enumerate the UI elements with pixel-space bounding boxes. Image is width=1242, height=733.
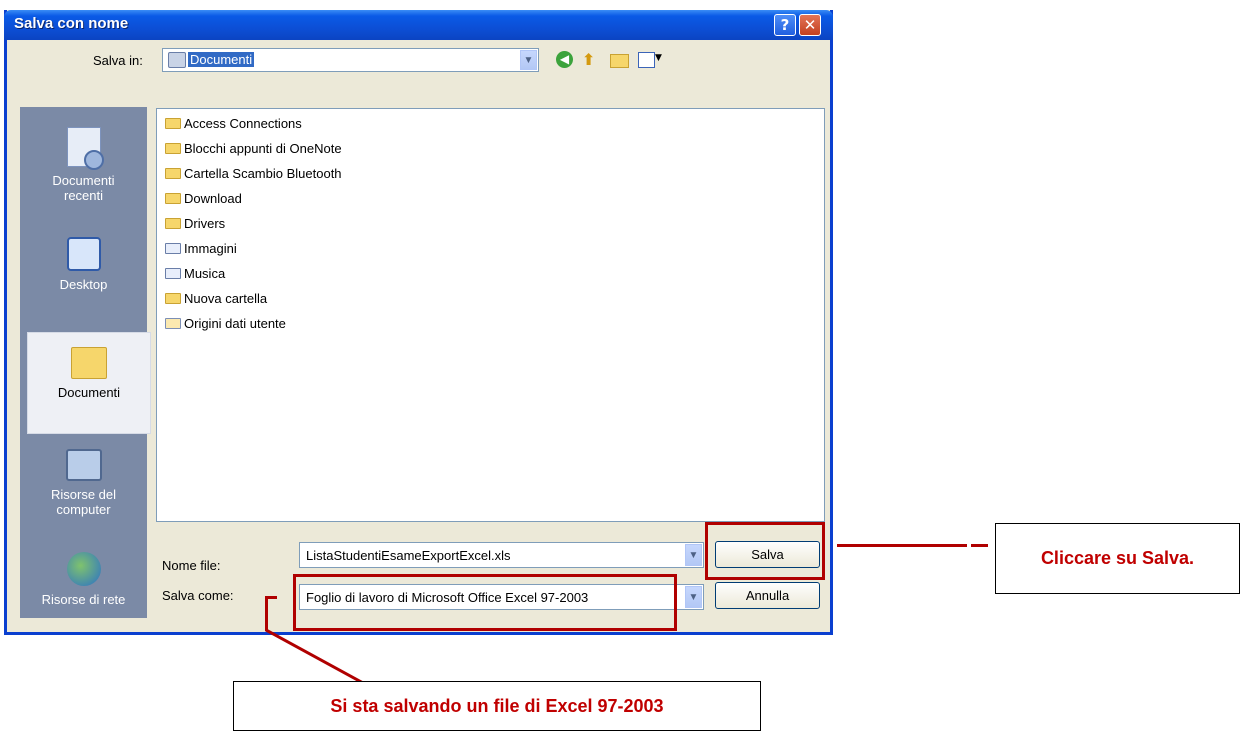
filetype-highlight — [293, 574, 677, 631]
pictures-folder-icon — [165, 243, 181, 254]
folder-icon — [165, 218, 181, 229]
network-icon — [66, 552, 101, 586]
close-button[interactable]: ✕ — [799, 14, 821, 36]
views-icon[interactable] — [638, 52, 655, 68]
data-sources-folder-icon — [165, 318, 181, 329]
folder-icon — [165, 193, 181, 204]
list-item[interactable]: Immagini — [165, 240, 237, 258]
list-item[interactable]: Access Connections — [165, 115, 302, 133]
music-folder-icon — [165, 268, 181, 279]
place-network[interactable]: Risorse di rete — [20, 552, 147, 618]
save-highlight — [705, 522, 825, 580]
list-item[interactable]: Musica — [165, 265, 225, 283]
new-folder-icon[interactable] — [610, 54, 629, 68]
place-my-computer[interactable]: Risorse del computer — [20, 447, 147, 543]
filename-label: Nome file: — [162, 558, 221, 573]
filetype-label: Salva come: — [162, 588, 234, 603]
up-folder-icon[interactable]: ⬆ — [582, 50, 601, 69]
place-my-documents[interactable]: Documenti — [27, 332, 151, 434]
save-in-label: Salva in: — [93, 53, 143, 68]
help-button[interactable]: ? — [774, 14, 796, 36]
place-desktop[interactable]: Desktop — [20, 237, 147, 317]
place-label: Risorse di rete — [41, 592, 126, 607]
filename-value: ListaStudentiEsameExportExcel.xls — [306, 548, 511, 563]
place-label: Desktop — [59, 277, 108, 292]
folder-icon — [165, 118, 181, 129]
save-callout-box: Cliccare su Salva. — [995, 523, 1240, 594]
recent-documents-icon — [66, 127, 104, 170]
folder-icon — [165, 143, 181, 154]
folder-icon — [165, 293, 181, 304]
place-label: Documenti recenti — [52, 173, 115, 203]
filename-combo[interactable]: ListaStudentiEsameExportExcel.xls ▼ — [299, 542, 704, 568]
chevron-down-icon[interactable]: ▼ — [520, 50, 537, 70]
type-callout-box: Si sta salvando un file di Excel 97-2003 — [233, 681, 761, 731]
list-item[interactable]: Nuova cartella — [165, 290, 267, 308]
title-bar[interactable]: Salva con nome ? ✕ — [4, 10, 833, 40]
file-list[interactable]: Access Connections Blocchi appunti di On… — [156, 108, 825, 522]
my-computer-icon — [65, 449, 102, 481]
save-in-combo[interactable]: Documenti ▼ — [162, 48, 539, 72]
back-icon[interactable]: ◀ — [556, 51, 573, 68]
list-item[interactable]: Cartella Scambio Bluetooth — [165, 165, 342, 183]
place-label: Documenti — [57, 385, 121, 400]
save-callout-line — [837, 544, 967, 547]
place-label: Risorse del computer — [50, 487, 117, 517]
drive-icon — [168, 52, 186, 68]
cancel-button[interactable]: Annulla — [715, 582, 820, 609]
place-recent-documents[interactable]: Documenti recenti — [20, 125, 147, 235]
list-item[interactable]: Blocchi appunti di OneNote — [165, 140, 342, 158]
desktop-icon — [66, 237, 101, 271]
views-dropdown-icon[interactable]: ▼ — [655, 53, 662, 63]
list-item[interactable]: Drivers — [165, 215, 225, 233]
list-item[interactable]: Origini dati utente — [165, 315, 286, 333]
dialog-title: Salva con nome — [14, 15, 129, 32]
list-item[interactable]: Download — [165, 190, 242, 208]
places-bar: Documenti recenti Desktop Documenti Riso… — [20, 107, 151, 618]
chevron-down-icon[interactable]: ▼ — [685, 586, 702, 608]
chevron-down-icon[interactable]: ▼ — [685, 544, 702, 566]
save-callout-line-end — [971, 544, 988, 547]
folder-icon — [165, 168, 181, 179]
save-in-value: Documenti — [188, 52, 255, 67]
my-documents-icon — [71, 347, 107, 379]
